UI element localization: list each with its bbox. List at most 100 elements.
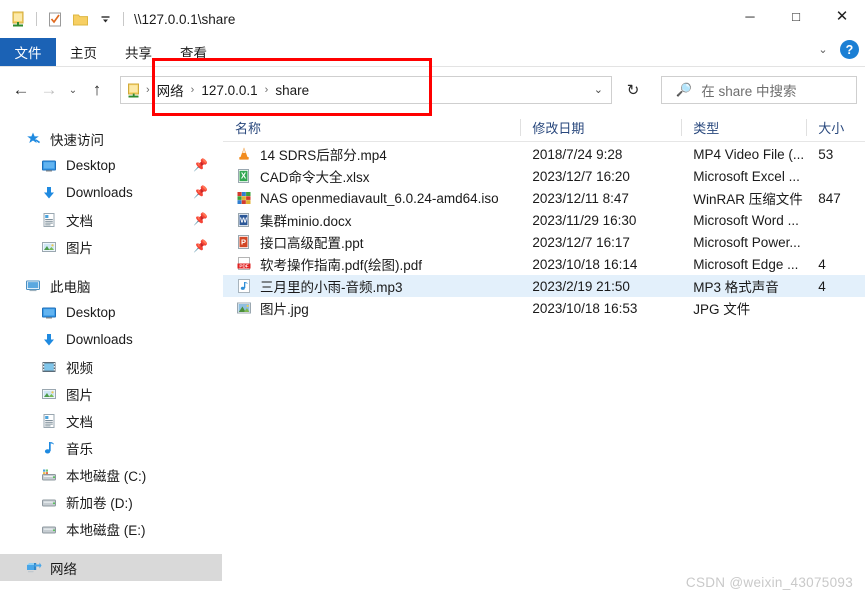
sidebar-group-this-pc[interactable]: 此电脑 [0,272,222,299]
sidebar-item-pictures-pc[interactable]: 图片 [0,380,222,407]
search-input[interactable]: 在 share 中搜索 [701,80,796,100]
downloads-icon [38,183,60,203]
star-pin-icon [22,129,44,149]
sidebar-top-gap [0,113,222,125]
sidebar-item-desktop-qa[interactable]: Desktop 📌 [0,152,222,179]
sidebar-item-pictures-qa-label: 图片 [66,240,93,256]
file-name-label: 三月里的小雨-音频.mp3 [260,280,403,295]
recent-locations-icon[interactable]: ⌄ [64,75,82,105]
sidebar-item-pictures-qa[interactable]: 图片 📌 [0,233,222,260]
sidebar-item-downloads-pc[interactable]: Downloads [0,326,222,353]
tab-share[interactable]: 共享 [111,38,166,66]
svg-text:P: P [241,237,246,246]
svg-text:W: W [240,215,248,224]
column-header-type[interactable]: 类型 [681,113,806,142]
breadcrumb-item-host[interactable]: 127.0.0.1 [195,83,263,98]
sidebar-item-local-disk-e[interactable]: 本地磁盘 (E:) [0,515,222,542]
sidebar-item-videos[interactable]: 视频 [0,353,222,380]
table-row[interactable]: X CAD命令大全.xlsx 2023/12/7 16:20 Microsoft… [223,165,865,187]
sidebar-item-downloads-qa[interactable]: Downloads 📌 [0,179,222,206]
tab-view[interactable]: 查看 [166,38,221,66]
search-icon: 🔍 [676,82,693,97]
sidebar-item-documents-qa[interactable]: 文档 📌 [0,206,222,233]
breadcrumb-item-network[interactable]: 网络 [151,80,190,100]
sidebar-item-documents-pc[interactable]: 文档 [0,407,222,434]
file-list-pane[interactable]: 名称 修改日期 类型 大小 14 SDRS后部分.mp4 2018/7/24 9… [223,113,865,598]
table-row[interactable]: 三月里的小雨-音频.mp3 2023/2/19 21:50 MP3 格式声音 4 [223,275,865,297]
pin-icon[interactable]: 📌 [193,185,208,199]
music-file-icon [235,277,253,295]
file-rows: 14 SDRS后部分.mp4 2018/7/24 9:28 MP4 Video … [223,143,865,319]
watermark: CSDN @weixin_43075093 [685,575,853,590]
close-button[interactable]: ✕ [819,0,865,32]
file-name-label: NAS openmediavault_6.0.24-amd64.iso [260,190,499,206]
search-box[interactable]: 🔍 在 share 中搜索 [661,76,857,104]
sidebar-item-music[interactable]: 音乐 [0,434,222,461]
documents-icon [38,411,60,431]
table-row[interactable]: PDF 软考操作指南.pdf(绘图).pdf 2023/10/18 16:14 … [223,253,865,275]
system-drive-icon [38,465,60,485]
file-size-cell: 4 [818,256,826,272]
file-name-cell: 三月里的小雨-音频.mp3 [223,276,520,296]
breadcrumb-item-share[interactable]: share [269,83,315,98]
column-header-date[interactable]: 修改日期 [520,113,681,142]
sidebar-item-local-disk-c[interactable]: 本地磁盘 (C:) [0,461,222,488]
file-size-cell: 4 [818,278,826,294]
pin-icon[interactable]: 📌 [193,212,208,226]
properties-icon[interactable] [45,9,65,29]
table-row[interactable]: 14 SDRS后部分.mp4 2018/7/24 9:28 MP4 Video … [223,143,865,165]
address-chevron-down-icon[interactable]: ⌄ [594,83,603,96]
forward-button[interactable]: → [36,75,62,105]
up-button[interactable]: ↑ [84,75,110,105]
drive-icon [38,519,60,539]
music-icon [38,438,60,458]
downloads-icon [38,330,60,350]
file-type-cell: MP3 格式声音 [693,280,779,295]
file-type-cell: Microsoft Power... [693,234,801,250]
table-row[interactable]: P 接口高级配置.ppt 2023/12/7 16:17 Microsoft P… [223,231,865,253]
tab-file[interactable]: 文件 [0,38,56,66]
file-date-cell: 2023/12/11 8:47 [532,190,629,206]
sidebar-item-pictures-pc-label: 图片 [66,387,93,403]
sidebar-item-videos-label: 视频 [66,360,93,376]
chevron-down-icon[interactable]: ⌄ [816,43,830,57]
address-bar[interactable]: › 网络 › 127.0.0.1 › share ⌄ [120,76,612,104]
image-file-icon [235,299,253,317]
navigation-pane[interactable]: 快速访问 Desktop 📌 Downloads 📌 文档 📌 图片 📌 此电脑… [0,113,222,598]
table-row[interactable]: W 集群minio.docx 2023/11/29 16:30 Microsof… [223,209,865,231]
sidebar-item-desktop-qa-label: Desktop [66,158,116,173]
sidebar-item-local-disk-c-label: 本地磁盘 (C:) [66,468,147,484]
toolbar-separator-2 [123,12,124,26]
new-folder-icon[interactable] [70,9,90,29]
file-name-label: CAD命令大全.xlsx [260,170,370,185]
pin-icon[interactable]: 📌 [193,158,208,172]
file-name-label: 集群minio.docx [260,214,352,229]
sidebar-item-network[interactable]: 网络 [0,554,222,581]
file-explorer-window: \\127.0.0.1\share ─ □ ✕ 文件 主页 共享 查看 ⌄ ? … [0,0,865,598]
ribbon-tabs: 文件 主页 共享 查看 [0,38,865,66]
customize-chevron-icon[interactable] [95,9,115,29]
pin-icon[interactable]: 📌 [193,239,208,253]
file-date-cell: 2018/7/24 9:28 [532,146,623,162]
sidebar-item-new-volume-d[interactable]: 新加卷 (D:) [0,488,222,515]
window-title: \\127.0.0.1\share [134,11,236,27]
word-icon: W [235,211,253,229]
back-button[interactable]: ← [8,75,34,105]
sidebar-group-this-pc-label: 此电脑 [50,279,91,295]
table-row[interactable]: NAS openmediavault_6.0.24-amd64.iso 2023… [223,187,865,209]
ribbon-right-controls: ⌄ ? [816,40,859,59]
refresh-button[interactable]: ↻ [618,76,648,104]
maximize-button[interactable]: □ [773,0,819,32]
share-folder-icon[interactable] [8,9,28,29]
help-icon[interactable]: ? [840,40,859,59]
file-date-cell: 2023/11/29 16:30 [532,212,637,228]
table-row[interactable]: 图片.jpg 2023/10/18 16:53 JPG 文件 [223,297,865,319]
column-header-name[interactable]: 名称 [223,113,520,142]
pdf-icon: PDF [235,255,253,273]
tab-home[interactable]: 主页 [56,38,111,66]
minimize-button[interactable]: ─ [727,0,773,32]
sidebar-item-desktop-pc[interactable]: Desktop [0,299,222,326]
sidebar-group-quick-access[interactable]: 快速访问 [0,125,222,152]
column-header-size[interactable]: 大小 [806,113,865,142]
file-date-cell: 2023/10/18 16:53 [532,300,638,316]
